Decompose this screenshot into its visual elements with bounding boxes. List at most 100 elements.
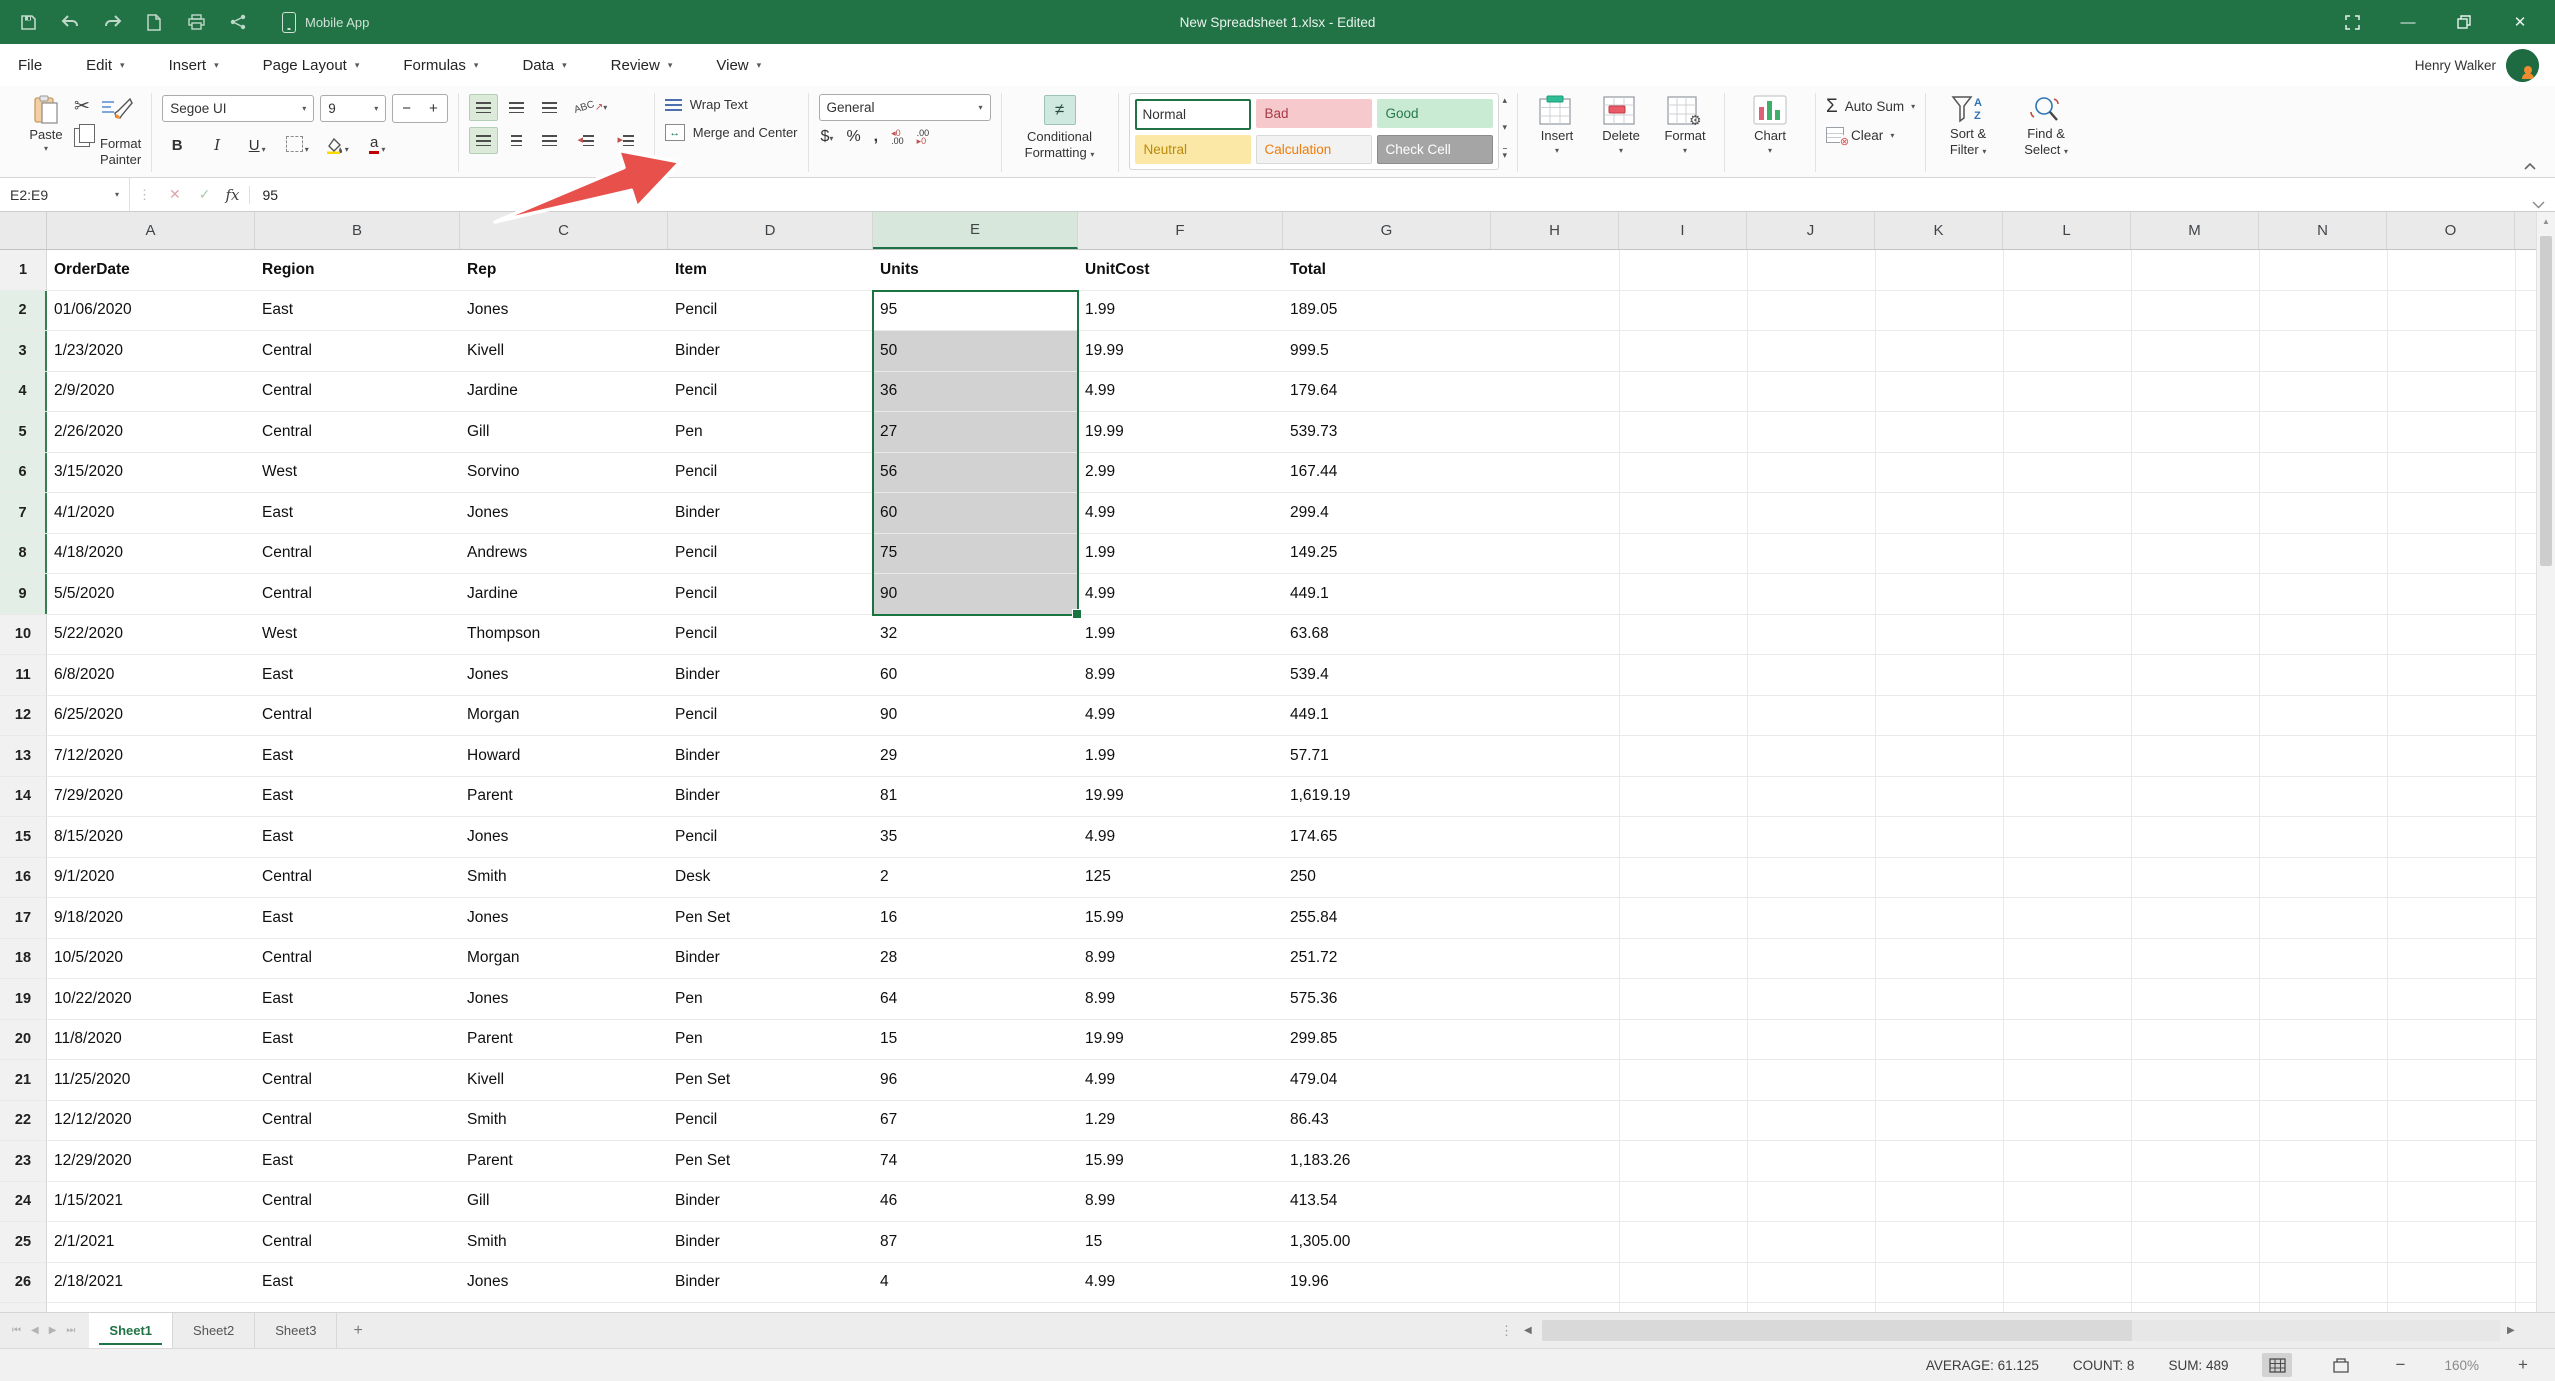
cell-D19[interactable]: Pen <box>668 979 873 1019</box>
cell-F6[interactable]: 2.99 <box>1078 453 1283 493</box>
wrap-text-button[interactable]: Wrap Text <box>665 97 798 112</box>
cell-A8[interactable]: 4/18/2020 <box>47 534 255 574</box>
column-header-B[interactable]: B <box>255 212 460 249</box>
cell-B20[interactable]: East <box>255 1020 460 1060</box>
cell-G1[interactable]: Total <box>1283 250 1491 290</box>
vertical-scroll-thumb[interactable] <box>2540 236 2552 566</box>
insert-cells-button[interactable]: Insert▾ <box>1528 95 1586 155</box>
cell-C13[interactable]: Howard <box>460 736 668 776</box>
cell-E27[interactable]: 7 <box>873 1303 1078 1312</box>
cell-G2[interactable]: 189.05 <box>1283 291 1491 331</box>
cell-B27[interactable]: West <box>255 1303 460 1312</box>
cell-A4[interactable]: 2/9/2020 <box>47 372 255 412</box>
cell-E5[interactable]: 27 <box>873 412 1078 452</box>
column-header-D[interactable]: D <box>668 212 873 249</box>
cell-C23[interactable]: Parent <box>460 1141 668 1181</box>
cell-A10[interactable]: 5/22/2020 <box>47 615 255 655</box>
cell-A13[interactable]: 7/12/2020 <box>47 736 255 776</box>
cell-A14[interactable]: 7/29/2020 <box>47 777 255 817</box>
cell-B19[interactable]: East <box>255 979 460 1019</box>
cell-F23[interactable]: 15.99 <box>1078 1141 1283 1181</box>
cell-D16[interactable]: Desk <box>668 858 873 898</box>
cell-C27[interactable]: Sorvino <box>460 1303 668 1312</box>
align-center-button[interactable] <box>502 127 531 154</box>
save-icon[interactable] <box>18 12 38 32</box>
cell-D21[interactable]: Pen Set <box>668 1060 873 1100</box>
cell-A15[interactable]: 8/15/2020 <box>47 817 255 857</box>
cell-G19[interactable]: 575.36 <box>1283 979 1491 1019</box>
style-calculation[interactable]: Calculation <box>1256 135 1372 164</box>
insert-function-button[interactable]: fx <box>219 186 250 204</box>
cell-G16[interactable]: 250 <box>1283 858 1491 898</box>
cell-B10[interactable]: West <box>255 615 460 655</box>
sort-filter-button[interactable]: AZ Sort &Filter ▾ <box>1936 95 2000 159</box>
cell-B11[interactable]: East <box>255 655 460 695</box>
cell-D17[interactable]: Pen Set <box>668 898 873 938</box>
cell-C18[interactable]: Morgan <box>460 939 668 979</box>
row-header-11[interactable]: 11 <box>0 655 47 695</box>
cell-F15[interactable]: 4.99 <box>1078 817 1283 857</box>
vertical-scrollbar[interactable]: ▲ <box>2536 212 2555 1312</box>
zoom-out-button[interactable]: − <box>2390 1355 2410 1375</box>
row-header-12[interactable]: 12 <box>0 696 47 736</box>
select-all-corner[interactable] <box>0 212 47 249</box>
cell-G9[interactable]: 449.1 <box>1283 574 1491 614</box>
cell-G7[interactable]: 299.4 <box>1283 493 1491 533</box>
menu-review[interactable]: Review▾ <box>611 57 673 74</box>
cell-G5[interactable]: 539.73 <box>1283 412 1491 452</box>
copy-button[interactable] <box>74 128 90 147</box>
row-header-5[interactable]: 5 <box>0 412 47 452</box>
cut-button[interactable]: ✂ <box>74 97 90 116</box>
cell-E26[interactable]: 4 <box>873 1263 1078 1303</box>
cell-C1[interactable]: Rep <box>460 250 668 290</box>
normal-view-button[interactable] <box>2262 1353 2292 1377</box>
cell-B14[interactable]: East <box>255 777 460 817</box>
cell-B21[interactable]: Central <box>255 1060 460 1100</box>
column-header-N[interactable]: N <box>2259 212 2387 249</box>
cell-D24[interactable]: Binder <box>668 1182 873 1222</box>
column-header-F[interactable]: F <box>1078 212 1283 249</box>
cell-F19[interactable]: 8.99 <box>1078 979 1283 1019</box>
cell-C20[interactable]: Parent <box>460 1020 668 1060</box>
row-header-10[interactable]: 10 <box>0 615 47 655</box>
cell-F12[interactable]: 4.99 <box>1078 696 1283 736</box>
cell-B22[interactable]: Central <box>255 1101 460 1141</box>
collapse-ribbon-button[interactable] <box>2523 158 2537 176</box>
cell-F27[interactable]: 19.99 <box>1078 1303 1283 1312</box>
tab-sheet2[interactable]: Sheet2 <box>173 1313 255 1348</box>
conditional-formatting-button[interactable]: ≠ ConditionalFormatting ▾ <box>1012 93 1108 162</box>
cell-D3[interactable]: Binder <box>668 331 873 371</box>
cell-C24[interactable]: Gill <box>460 1182 668 1222</box>
cell-C3[interactable]: Kivell <box>460 331 668 371</box>
row-header-22[interactable]: 22 <box>0 1101 47 1141</box>
style-bad[interactable]: Bad <box>1256 99 1372 128</box>
font-size-select[interactable]: 9▾ <box>320 95 386 122</box>
cell-C4[interactable]: Jardine <box>460 372 668 412</box>
menu-formulas[interactable]: Formulas▾ <box>403 57 478 74</box>
cell-A24[interactable]: 1/15/2021 <box>47 1182 255 1222</box>
cell-A1[interactable]: OrderDate <box>47 250 255 290</box>
style-good[interactable]: Good <box>1377 99 1493 128</box>
cell-F21[interactable]: 4.99 <box>1078 1060 1283 1100</box>
column-header-L[interactable]: L <box>2003 212 2131 249</box>
horizontal-scroll-thumb[interactable] <box>1542 1320 2132 1341</box>
cell-E4[interactable]: 36 <box>873 372 1078 412</box>
cell-G12[interactable]: 449.1 <box>1283 696 1491 736</box>
cell-A19[interactable]: 10/22/2020 <box>47 979 255 1019</box>
menu-view[interactable]: View▾ <box>716 57 761 74</box>
cell-D7[interactable]: Binder <box>668 493 873 533</box>
row-header-21[interactable]: 21 <box>0 1060 47 1100</box>
number-format-select[interactable]: General▾ <box>819 94 991 121</box>
cell-B2[interactable]: East <box>255 291 460 331</box>
format-cells-button[interactable]: ⚙ Format▾ <box>1656 95 1714 155</box>
row-header-2[interactable]: 2 <box>0 291 47 331</box>
cell-E15[interactable]: 35 <box>873 817 1078 857</box>
font-family-select[interactable]: Segoe UI▾ <box>162 95 314 122</box>
cell-D11[interactable]: Binder <box>668 655 873 695</box>
paste-button[interactable]: Paste ▾ <box>18 93 74 153</box>
cell-D23[interactable]: Pen Set <box>668 1141 873 1181</box>
cell-D12[interactable]: Pencil <box>668 696 873 736</box>
cell-E20[interactable]: 15 <box>873 1020 1078 1060</box>
cell-C8[interactable]: Andrews <box>460 534 668 574</box>
currency-button[interactable]: $▾ <box>821 128 834 146</box>
